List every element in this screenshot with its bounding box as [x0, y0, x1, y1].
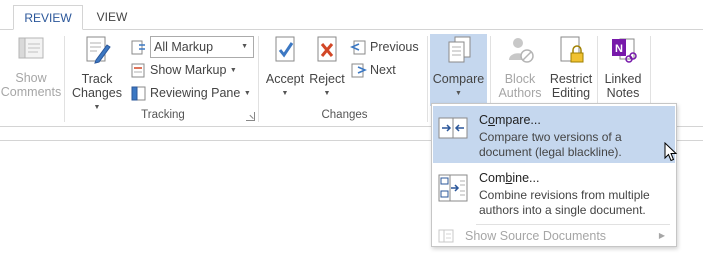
group-separator [427, 36, 428, 122]
reviewing-pane-icon [131, 86, 146, 101]
accept-icon [275, 36, 295, 62]
linked-notes-label-1: Linked [604, 72, 642, 86]
dialog-launcher-icon[interactable] [246, 112, 255, 121]
track-changes-button[interactable]: Track Changes ▼ [68, 34, 126, 115]
tab-view[interactable]: VIEW [88, 5, 136, 30]
menu-item-show-source-documents[interactable]: Show Source Documents ▶ [433, 226, 675, 246]
show-markup-button[interactable]: Show Markup ▼ [130, 59, 237, 81]
onenote-icon: N [612, 38, 637, 63]
show-comments-button[interactable]: Show Comments [0, 34, 62, 99]
restrict-editing-label-1: Restrict [549, 72, 593, 86]
show-markup-label: Show Markup [150, 63, 227, 77]
track-changes-icon [86, 36, 111, 64]
chevron-down-icon: ▼ [323, 89, 331, 97]
chevron-down-icon: ▼ [455, 89, 462, 97]
group-separator [258, 36, 259, 122]
show-comments-label-2: Comments [0, 85, 62, 99]
compare-icon [448, 36, 470, 63]
menu-item-combine-desc: Combine revisions from multiple authors … [479, 188, 650, 217]
chevron-right-icon: ▶ [658, 231, 665, 240]
track-changes-label-2-text: Changes [71, 86, 123, 100]
show-comments-icon [18, 37, 44, 59]
ribbon-tab-bar: REVIEW VIEW [0, 0, 703, 30]
svg-text:N: N [615, 43, 623, 55]
menu-item-combine-title: Combine... [479, 171, 539, 185]
show-markup-icon [131, 63, 145, 78]
show-source-documents-icon [438, 229, 454, 243]
reject-button[interactable]: Reject ▼ [308, 34, 346, 101]
next-change-label: Next [370, 63, 396, 77]
reviewing-pane-label: Reviewing Pane [150, 86, 241, 100]
menu-item-compare[interactable]: Compare... Compare two versions of a doc… [433, 106, 675, 163]
block-authors-icon [509, 38, 534, 63]
combine-revisions-icon [438, 174, 468, 202]
restrict-editing-label-2: Editing [551, 86, 591, 100]
block-authors-label-2-text: Authors [498, 86, 542, 100]
menu-item-compare-desc: Compare two versions of a document (lega… [479, 130, 622, 159]
compare-versions-icon [438, 117, 468, 139]
block-authors-label-1: Block [504, 72, 536, 86]
menu-item-compare-title: Compare... [479, 113, 541, 127]
tracking-group-label: Tracking [141, 109, 185, 121]
linked-notes-button[interactable]: N Linked Notes [600, 34, 646, 100]
reject-icon [317, 36, 337, 62]
linked-notes-label-2: Notes [606, 86, 640, 100]
menu-separator [476, 224, 670, 225]
next-change-button[interactable]: Next [350, 59, 396, 81]
group-separator [64, 36, 65, 122]
show-source-documents-label: Show Source Documents [465, 229, 607, 243]
next-change-icon [351, 63, 368, 78]
chevron-down-icon: ▼ [229, 66, 237, 74]
markup-dropdown[interactable]: All Markup ▼ [150, 36, 254, 58]
compare-label: Compare [432, 72, 485, 86]
track-changes-label-1: Track [81, 72, 113, 86]
restrict-editing-button[interactable]: Restrict Editing [547, 34, 595, 100]
combine-title-post: ine... [512, 171, 540, 185]
markup-display-icon-wrap [130, 36, 150, 58]
menu-item-combine[interactable]: Combine... Combine revisions from multip… [433, 165, 675, 222]
markup-display-icon [131, 40, 145, 55]
combine-title-pre: Com [479, 171, 506, 185]
accept-button[interactable]: Accept ▼ [262, 34, 308, 101]
tab-review[interactable]: REVIEW [13, 5, 83, 30]
restrict-editing-icon [560, 36, 584, 63]
compare-button[interactable]: Compare ▼ [430, 34, 487, 106]
previous-change-icon [349, 40, 366, 55]
chevron-down-icon: ▼ [241, 43, 248, 50]
changes-group-label: Changes [321, 109, 368, 121]
compare-dropdown-menu: Compare... Compare two versions of a doc… [431, 103, 677, 247]
accept-label: Accept [265, 72, 305, 86]
compare-title-pre: C [479, 113, 489, 127]
chevron-down-icon: ▼ [243, 89, 251, 97]
markup-dropdown-value: All Markup [154, 40, 214, 54]
reviewing-pane-button[interactable]: Reviewing Pane ▼ [130, 82, 251, 104]
compare-title-post: mpare... [494, 113, 541, 127]
previous-change-label: Previous [370, 40, 419, 54]
previous-change-button[interactable]: Previous [349, 36, 419, 58]
mouse-pointer-icon [664, 142, 678, 162]
compare-title-accel: o [488, 113, 495, 127]
chevron-down-icon: ▼ [281, 89, 289, 97]
reject-label: Reject [309, 72, 345, 86]
show-comments-label-1: Show [15, 71, 47, 85]
